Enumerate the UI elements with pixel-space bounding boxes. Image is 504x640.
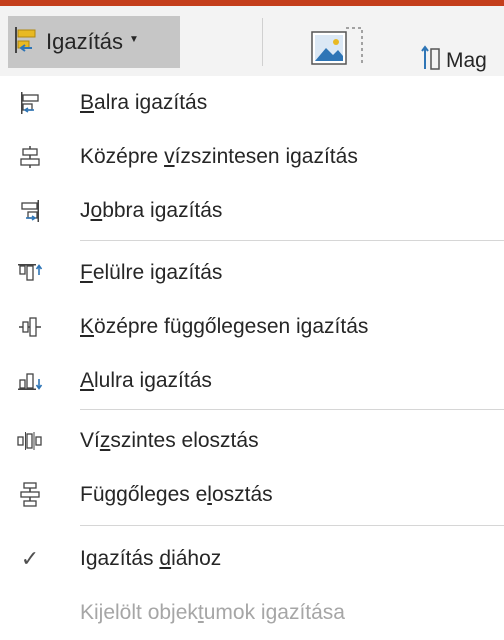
menu-separator bbox=[80, 409, 504, 410]
align-middle-icon bbox=[16, 313, 44, 341]
menu-item-label: Balra igazítás bbox=[80, 91, 208, 114]
menu-item-align-selected-objects: Kijelölt objektumok igazítása bbox=[0, 586, 504, 640]
menu-item-align-top[interactable]: Felülre igazítás bbox=[0, 246, 504, 300]
menu-item-align-right[interactable]: Jobbra igazítás bbox=[0, 184, 504, 238]
toolbar-divider bbox=[262, 18, 263, 66]
align-dropdown-menu: Balra igazítás Középre vízszintesen igaz… bbox=[0, 76, 504, 626]
distribute-horizontal-icon bbox=[16, 427, 44, 455]
size-height-icon bbox=[420, 44, 442, 78]
align-dropdown-button[interactable]: Igazítás ▼ bbox=[8, 16, 180, 68]
align-left-icon bbox=[16, 89, 44, 117]
menu-item-label: Alulra igazítás bbox=[80, 369, 212, 392]
menu-item-align-to-slide[interactable]: ✓ Igazítás diához bbox=[0, 532, 504, 586]
menu-item-distribute-vertical[interactable]: Függőleges elosztás bbox=[0, 468, 504, 522]
menu-item-label: Felülre igazítás bbox=[80, 261, 223, 284]
chevron-down-icon: ▼ bbox=[129, 33, 139, 45]
check-icon: ✓ bbox=[20, 546, 40, 572]
distribute-vertical-icon bbox=[16, 481, 44, 509]
align-bottom-icon bbox=[16, 367, 44, 395]
picture-icon bbox=[308, 27, 372, 72]
menu-separator bbox=[80, 240, 504, 241]
align-right-icon bbox=[16, 197, 44, 225]
menu-item-distribute-horizontal[interactable]: Vízszintes elosztás bbox=[0, 414, 504, 468]
align-left-icon bbox=[12, 25, 40, 60]
ribbon-toolbar: Igazítás ▼ Mag bbox=[0, 6, 504, 77]
menu-item-label: Középre vízszintesen igazítás bbox=[80, 145, 358, 168]
height-button[interactable]: Mag bbox=[420, 44, 487, 78]
menu-item-align-left[interactable]: Balra igazítás bbox=[0, 76, 504, 130]
menu-item-align-bottom[interactable]: Alulra igazítás bbox=[0, 354, 504, 408]
align-button-label: Igazítás bbox=[46, 29, 124, 54]
menu-item-label: Kijelölt objektumok igazítása bbox=[80, 601, 345, 624]
align-top-icon bbox=[16, 259, 44, 287]
menu-item-label: Jobbra igazítás bbox=[80, 199, 223, 222]
menu-item-align-middle[interactable]: Középre függőlegesen igazítás bbox=[0, 300, 504, 354]
menu-item-align-center[interactable]: Középre vízszintesen igazítás bbox=[0, 130, 504, 184]
menu-separator bbox=[80, 525, 504, 526]
align-center-icon bbox=[16, 143, 44, 171]
menu-item-label: Függőleges elosztás bbox=[80, 483, 273, 506]
menu-item-label: Középre függőlegesen igazítás bbox=[80, 315, 369, 338]
menu-item-label: Igazítás diához bbox=[80, 547, 222, 570]
height-button-label: Mag bbox=[446, 49, 487, 72]
picture-button[interactable] bbox=[308, 24, 372, 68]
menu-item-label: Vízszintes elosztás bbox=[80, 429, 259, 452]
